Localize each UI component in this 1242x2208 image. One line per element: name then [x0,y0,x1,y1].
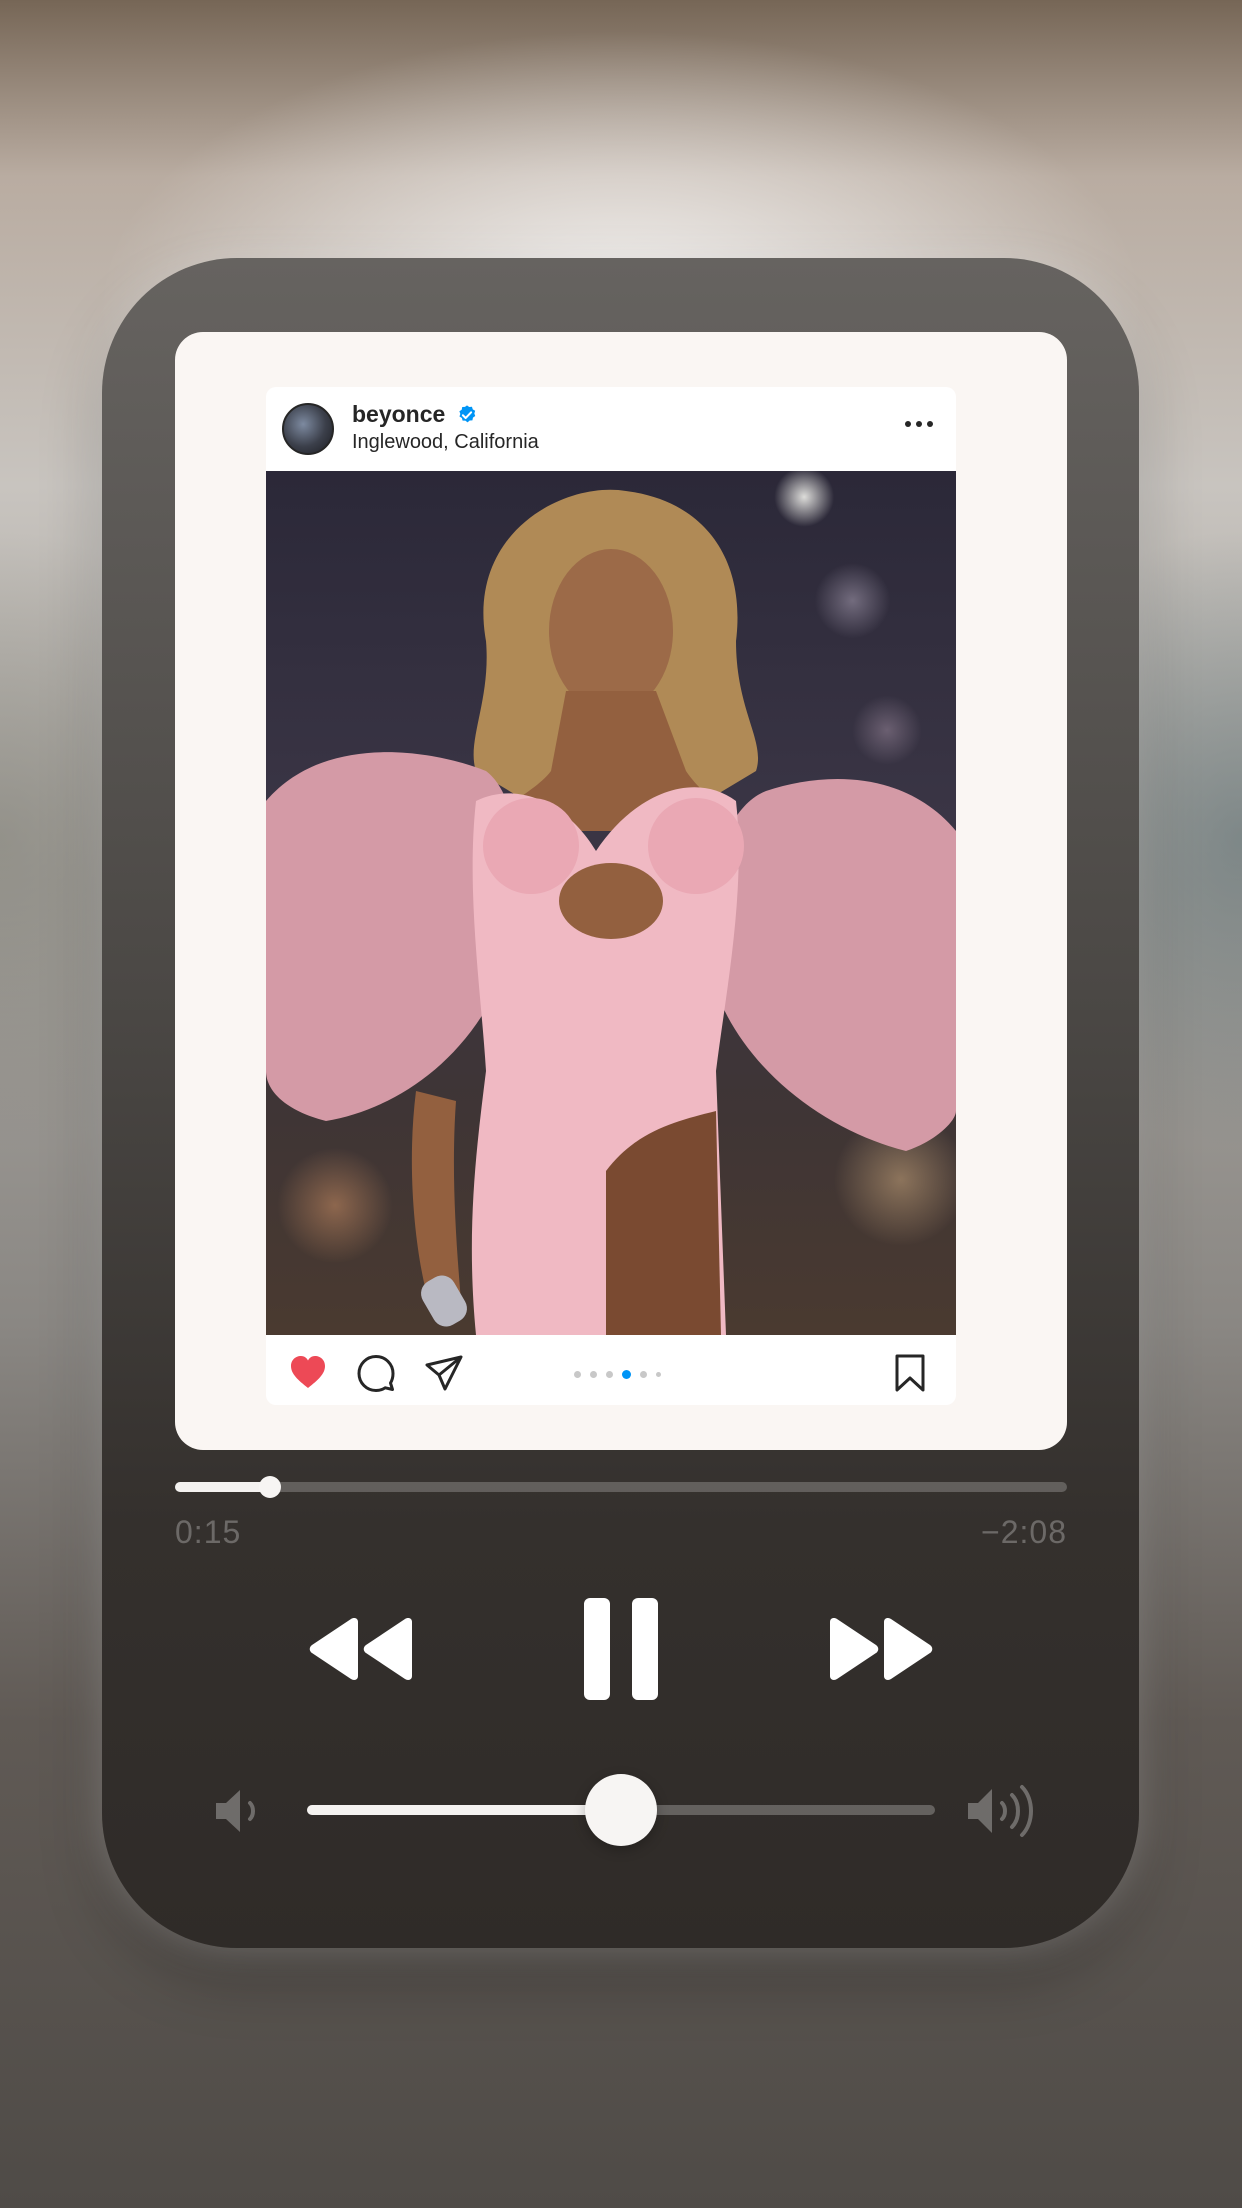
profile-avatar[interactable] [282,403,334,455]
playback-progress-fill [175,1482,270,1492]
carousel-dot [656,1371,661,1377]
bookmark-icon[interactable] [890,1353,930,1393]
post-photo [266,471,956,1335]
comment-icon[interactable] [356,1353,396,1393]
playback-scrubber-knob[interactable] [258,1476,281,1498]
post-header: beyonce Inglewood, California [266,387,956,471]
post-action-bar [266,1335,956,1405]
heart-icon[interactable] [288,1353,328,1393]
carousel-dot [574,1370,581,1378]
verified-badge-icon [459,405,476,423]
carousel-dot [640,1370,647,1378]
volume-knob[interactable] [585,1774,657,1846]
pause-icon[interactable] [584,1598,658,1700]
carousel-indicator [574,1369,661,1379]
carousel-dot-active [622,1369,631,1379]
remaining-time: −2:08 [981,1514,1067,1550]
rewind-icon[interactable] [306,1616,416,1682]
elapsed-time: 0:15 [175,1514,242,1550]
post-username[interactable]: beyonce [352,401,445,428]
carousel-dot [590,1370,597,1378]
volume-low-icon [216,1790,255,1832]
album-art: beyonce Inglewood, California [175,332,1067,1450]
volume-fill [307,1805,621,1815]
carousel-dot [606,1370,613,1378]
volume-high-icon [968,1785,1033,1837]
volume-slider[interactable] [307,1774,935,1846]
fast-forward-icon[interactable] [826,1616,936,1682]
instagram-post: beyonce Inglewood, California [266,387,956,1405]
post-location[interactable]: Inglewood, California [352,431,539,454]
playback-scrubber[interactable] [175,1476,1067,1498]
share-icon[interactable] [424,1353,464,1393]
more-options-icon[interactable] [904,419,934,429]
